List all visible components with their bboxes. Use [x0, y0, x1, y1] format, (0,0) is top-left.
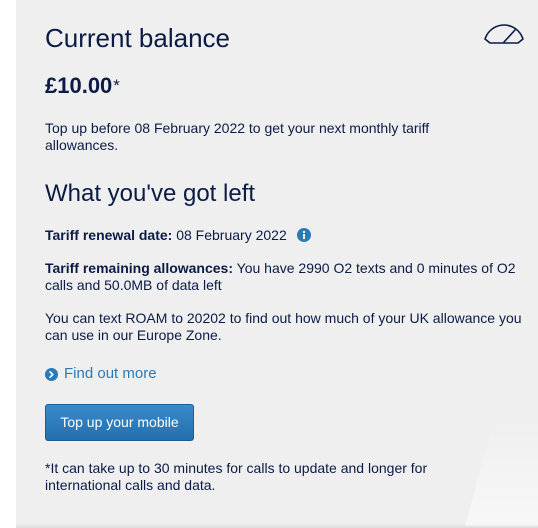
- renewal-label: Tariff renewal date:: [45, 227, 173, 243]
- balance-amount: £10.00*: [45, 72, 120, 100]
- panel-bottom-edge: [16, 524, 538, 528]
- find-out-more-link[interactable]: Find out more: [45, 365, 157, 383]
- current-balance-title: Current balance: [45, 23, 230, 53]
- footnote-text: *It can take up to 30 minutes for calls …: [45, 460, 428, 493]
- find-out-more-label: Find out more: [64, 365, 157, 382]
- balance-value: £10.00: [45, 73, 113, 98]
- tariff-allowances: Tariff remaining allowances: You have 29…: [45, 260, 531, 294]
- tariff-renewal: Tariff renewal date: 08 February 2022: [45, 227, 311, 244]
- balance-panel: Current balance £10.00* Top up before 08…: [16, 0, 538, 528]
- topup-info-text: Top up before 08 February 2022 to get yo…: [45, 120, 430, 153]
- speedometer-icon: [484, 24, 524, 44]
- info-icon[interactable]: [296, 228, 311, 242]
- top-up-button[interactable]: Top up your mobile: [45, 404, 194, 441]
- roam-info-text: You can text ROAM to 20202 to find out h…: [45, 310, 522, 343]
- renewal-date: 08 February 2022: [176, 227, 287, 243]
- chevron-right-circle-icon: [45, 367, 58, 381]
- page-margin: [0, 0, 16, 528]
- remaining-title: What you've got left: [45, 180, 256, 207]
- allowances-label: Tariff remaining allowances:: [45, 260, 234, 276]
- decorative-edge: [465, 416, 538, 526]
- balance-asterisk: *: [113, 76, 120, 95]
